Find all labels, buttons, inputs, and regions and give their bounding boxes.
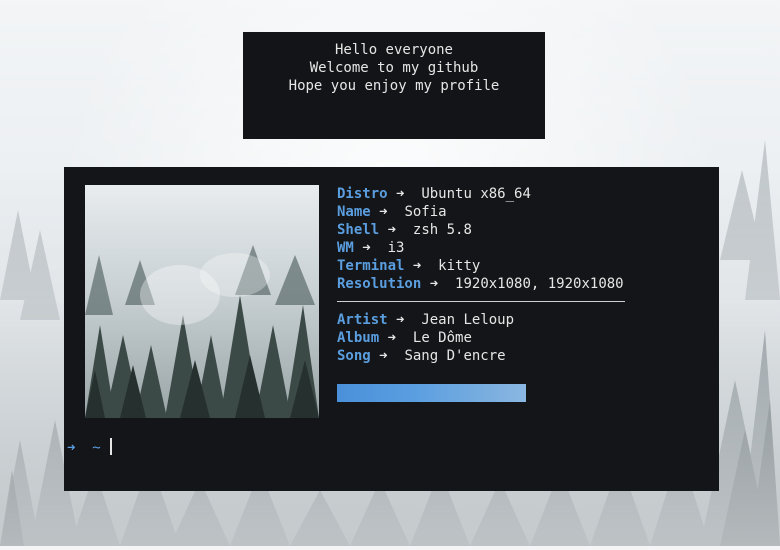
info-key: Terminal <box>337 258 405 274</box>
info-row-terminal: Terminal ➜ kitty <box>337 257 625 275</box>
arrow-right-icon: ➜ <box>379 204 388 220</box>
text-cursor <box>110 438 113 455</box>
info-value: Ubuntu x86_64 <box>421 186 531 202</box>
info-row-artist: Artist ➜ Jean Leloup <box>337 311 625 329</box>
forest-artwork-image <box>85 185 319 418</box>
arrow-right-icon: ➜ <box>362 240 371 256</box>
greeting-window: Hello everyone Welcome to my github Hope y… <box>243 32 545 139</box>
info-value: Jean Leloup <box>421 312 515 328</box>
info-key: Resolution <box>337 276 422 292</box>
info-row-distro: Distro ➜ Ubuntu x86_64 <box>337 185 625 203</box>
info-value: Sang D'encre <box>404 348 506 364</box>
info-value: zsh 5.8 <box>412 222 472 238</box>
info-value: Sofia <box>404 204 447 220</box>
color-palette-bar <box>337 384 526 402</box>
info-row-shell: Shell ➜ zsh 5.8 <box>337 221 625 239</box>
info-key: Artist <box>337 312 388 328</box>
arrow-right-icon: ➜ <box>387 222 397 238</box>
prompt-path: ~ <box>92 440 101 456</box>
arrow-right-icon: ➜ <box>412 258 422 274</box>
info-row-wm: WM ➜ i3 <box>337 239 625 257</box>
info-row-resolution: Resolution ➜ 1920x1080, 1920x1080 <box>337 275 625 293</box>
arrow-right-icon: ➜ <box>396 312 405 328</box>
info-key: WM <box>337 240 354 256</box>
greeting-line-2: Welcome to my github <box>309 60 479 76</box>
info-key: Shell <box>337 222 380 238</box>
terminal-window[interactable]: Distro ➜ Ubuntu x86_64 Name ➜ Sofia Shel… <box>64 167 719 491</box>
arrow-right-icon: ➜ <box>387 330 397 346</box>
info-key: Distro <box>337 186 388 202</box>
info-key: Song <box>337 348 371 364</box>
arrow-right-icon: ➜ <box>379 348 388 364</box>
prompt-arrow-icon: ➜ <box>67 440 76 456</box>
info-value: Le Dôme <box>412 330 472 346</box>
album-artwork <box>85 185 319 418</box>
arrow-right-icon: ➜ <box>429 276 439 292</box>
greeting-line-1: Hello everyone <box>334 42 453 58</box>
info-key: Name <box>337 204 371 220</box>
info-value: kitty <box>438 258 481 274</box>
info-value: i3 <box>387 240 405 256</box>
info-row-album: Album ➜ Le Dôme <box>337 329 625 347</box>
arrow-right-icon: ➜ <box>396 186 405 202</box>
shell-prompt[interactable]: ➜ ~ <box>67 438 113 457</box>
info-row-song: Song ➜ Sang D'encre <box>337 347 625 365</box>
separator-line <box>337 301 625 302</box>
info-value: 1920x1080, 1920x1080 <box>455 276 624 292</box>
system-info-panel: Distro ➜ Ubuntu x86_64 Name ➜ Sofia Shel… <box>337 185 625 402</box>
greeting-line-3: Hope you enjoy my profile <box>288 78 500 94</box>
info-key: Album <box>337 330 380 346</box>
info-row-name: Name ➜ Sofia <box>337 203 625 221</box>
